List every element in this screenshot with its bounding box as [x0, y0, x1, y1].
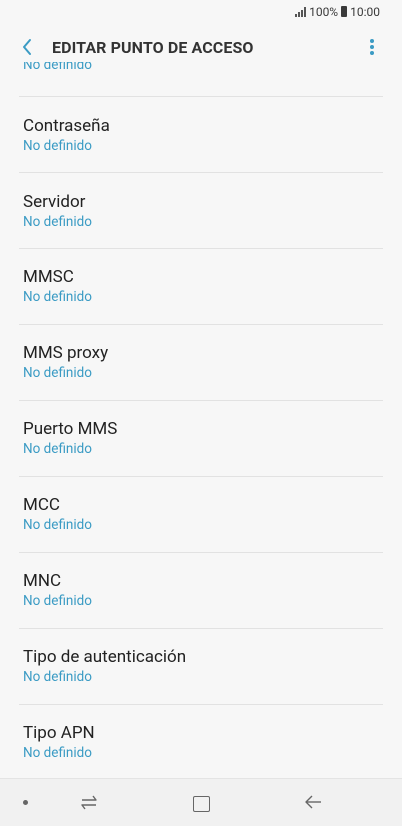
list-item-value: No definido — [23, 745, 92, 761]
list-item-value: No definido — [23, 62, 92, 73]
divider — [19, 704, 383, 705]
signal-icon — [295, 7, 307, 17]
divider — [19, 96, 383, 97]
chevron-left-icon — [23, 39, 31, 55]
battery-percent: 100% — [309, 5, 339, 19]
list-item-value: No definido — [23, 517, 92, 533]
divider — [19, 248, 383, 249]
divider — [19, 628, 383, 629]
list-item-mmsc[interactable]: MMSC No definido — [23, 267, 383, 306]
list-item-value: No definido — [23, 138, 92, 154]
back-arrow-icon[interactable] — [303, 792, 323, 812]
list-item-value: No definido — [23, 669, 92, 685]
list-item-mcc[interactable]: MCC No definido — [23, 495, 383, 534]
divider — [19, 324, 383, 325]
list-item-label: Tipo de autenticación — [23, 647, 187, 667]
page-title: EDITAR PUNTO DE ACCESO — [52, 37, 254, 57]
list-item-label: MCC — [23, 495, 60, 515]
list-item-label: Contraseña — [23, 116, 110, 136]
list-item-label: Puerto MMS — [23, 419, 118, 439]
divider — [19, 476, 383, 477]
list-item-label: Servidor — [23, 192, 86, 212]
more-vertical-icon — [370, 39, 374, 55]
list-item-tipo-autenticacion[interactable]: Tipo de autenticación No definido — [23, 647, 383, 686]
divider — [19, 400, 383, 401]
list-item-value: No definido — [23, 214, 92, 230]
clock: 10:00 — [350, 5, 380, 19]
list-item-label: Tipo APN — [23, 723, 95, 743]
settings-list: No definido Contraseña No definido Servi… — [0, 62, 402, 778]
list-item-contrasena[interactable]: Contraseña No definido — [23, 116, 383, 155]
divider — [19, 552, 383, 553]
status-bar: 100% 10:00 — [0, 0, 402, 24]
list-item-value: No definido — [23, 365, 92, 381]
list-item-mnc[interactable]: MNC No definido — [23, 571, 383, 610]
list-item-label: MNC — [23, 571, 62, 591]
list-item-value: No definido — [23, 289, 92, 305]
list-item-servidor[interactable]: Servidor No definido — [23, 192, 383, 231]
recent-apps-icon[interactable] — [80, 792, 98, 812]
navigation-bar — [0, 778, 402, 826]
list-item-value: No definido — [23, 593, 92, 609]
list-item-label: MMS proxy — [23, 343, 109, 363]
list-item-label: MMSC — [23, 267, 74, 287]
list-item-value: No definido — [23, 441, 92, 457]
battery-icon — [341, 5, 348, 17]
list-item-puerto-mms[interactable]: Puerto MMS No definido — [23, 419, 383, 458]
dot-icon[interactable] — [23, 800, 28, 805]
more-options-button[interactable] — [360, 34, 384, 60]
list-item-partial[interactable]: No definido — [23, 62, 383, 74]
list-item-mms-proxy[interactable]: MMS proxy No definido — [23, 343, 383, 382]
list-item-tipo-apn[interactable]: Tipo APN No definido — [23, 723, 383, 762]
divider — [19, 172, 383, 173]
home-button[interactable] — [193, 796, 210, 812]
